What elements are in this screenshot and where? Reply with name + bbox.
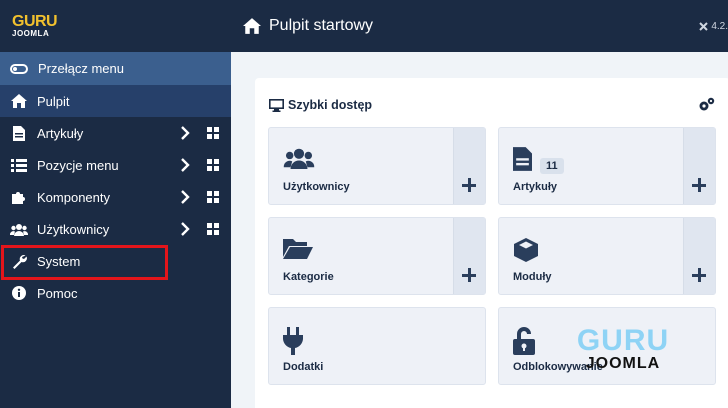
tile-label: Użytkownicy	[283, 181, 350, 193]
toggle-icon	[10, 63, 28, 74]
chevron-right-icon[interactable]	[180, 126, 190, 140]
tile-dodatki[interactable]: Dodatki	[268, 307, 486, 385]
chevron-right-icon[interactable]	[180, 222, 190, 236]
add-user-button[interactable]	[453, 128, 485, 204]
sidebar-item-pulpit[interactable]: Pulpit	[0, 85, 231, 117]
plus-icon	[692, 268, 708, 284]
chevron-right-icon[interactable]	[180, 190, 190, 204]
guru-joomla-watermark: GURU JOOMLA	[563, 326, 683, 372]
page-header: Pulpit startowy 4.2.	[231, 0, 728, 52]
tile-artykuly[interactable]: 11 Artykuły	[498, 127, 716, 205]
sidebar-item-komponenty[interactable]: Komponenty	[0, 181, 231, 213]
tile-label: Dodatki	[283, 361, 324, 373]
gears-icon[interactable]	[698, 97, 715, 112]
sidebar-item-uzytkownicy[interactable]: Użytkownicy	[0, 213, 231, 245]
dashboard-grid-icon[interactable]	[207, 223, 219, 235]
file-icon	[10, 125, 28, 141]
tile-label: Artykuły	[513, 181, 558, 193]
version-text: 4.2.	[711, 21, 728, 32]
sidebar-item-artykuly[interactable]: Artykuły	[0, 117, 231, 149]
dashboard-grid-icon[interactable]	[207, 191, 219, 203]
users-icon	[283, 148, 315, 169]
sidebar-item-pomoc[interactable]: Pomoc	[0, 277, 231, 309]
watermark-guru: GURU	[576, 324, 670, 357]
quick-access-title: Szybki dostęp	[269, 98, 372, 112]
puzzle-icon	[10, 189, 28, 205]
sidebar-item-label: Użytkownicy	[37, 221, 110, 237]
tile-label: Moduły	[513, 271, 552, 283]
plus-icon	[462, 178, 478, 194]
unlock-icon	[513, 327, 535, 355]
page-title: Pulpit startowy	[269, 17, 374, 34]
plus-icon	[692, 178, 708, 194]
folder-open-icon	[283, 239, 313, 259]
sidebar-item-label: Pulpit	[37, 93, 70, 109]
sidebar-item-label: Pozycje menu	[37, 157, 119, 173]
sidebar-item-label: Artykuły	[37, 125, 84, 141]
cube-icon	[514, 238, 538, 262]
count-badge: 11	[540, 158, 564, 174]
home-icon	[10, 93, 28, 109]
version-badge: 4.2.	[699, 21, 728, 32]
plus-icon	[462, 268, 478, 284]
dashboard-grid-icon[interactable]	[207, 159, 219, 171]
sidebar-item-label: Pomoc	[37, 285, 78, 301]
site-logo[interactable]: GURU JOOMLA	[0, 0, 231, 52]
add-category-button[interactable]	[453, 218, 485, 294]
logo-text-joomla: JOOMLA	[12, 29, 50, 38]
plug-icon	[283, 327, 303, 355]
file-icon	[513, 147, 532, 171]
logo-text-guru: GURU	[12, 13, 58, 30]
users-icon	[10, 221, 28, 237]
chevron-right-icon[interactable]	[180, 158, 190, 172]
watermark-joomla: JOOMLA	[585, 355, 661, 372]
toggle-menu-label: Przełącz menu	[38, 61, 124, 76]
quick-access-title-text: Szybki dostęp	[288, 98, 373, 112]
add-module-button[interactable]	[683, 218, 715, 294]
sidebar-item-pozycje-menu[interactable]: Pozycje menu	[0, 149, 231, 181]
sidebar: GURU JOOMLA Przełącz menu Pulpit Artykuł…	[0, 0, 231, 408]
highlight-annotation-box	[1, 245, 168, 280]
toggle-menu-button[interactable]: Przełącz menu	[0, 52, 231, 85]
info-icon	[10, 285, 28, 301]
add-article-button[interactable]	[683, 128, 715, 204]
joomla-icon	[699, 22, 709, 31]
desktop-icon	[269, 98, 284, 112]
sidebar-item-label: Komponenty	[37, 189, 110, 205]
dashboard-grid-icon[interactable]	[207, 127, 219, 139]
tile-kategorie[interactable]: Kategorie	[268, 217, 486, 295]
tile-label: Kategorie	[283, 271, 334, 283]
tile-uzytkownicy[interactable]: Użytkownicy	[268, 127, 486, 205]
tile-moduly[interactable]: Moduły	[498, 217, 716, 295]
home-icon	[243, 18, 261, 34]
list-icon	[10, 157, 28, 173]
